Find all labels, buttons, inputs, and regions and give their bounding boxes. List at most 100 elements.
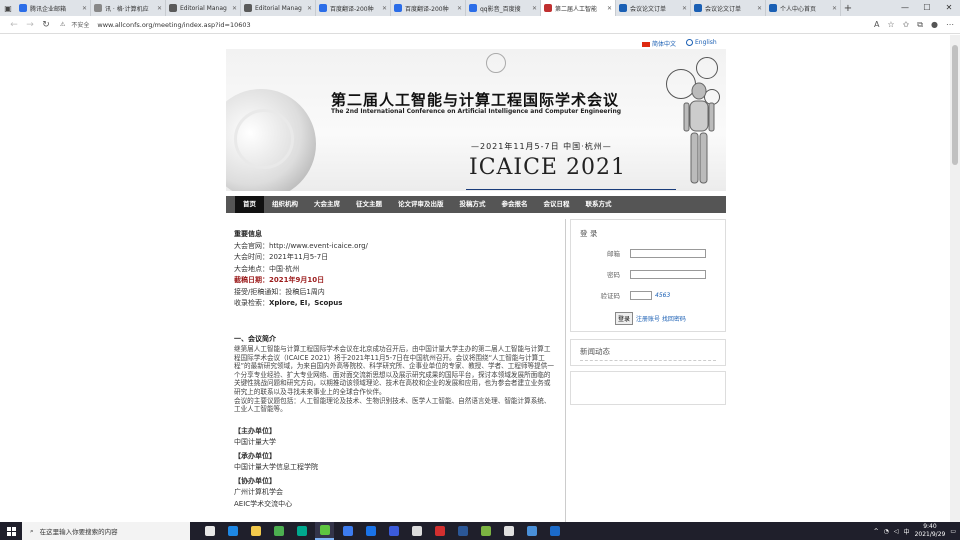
- taskbar-app-icon[interactable]: [384, 522, 403, 540]
- tab-close-icon[interactable]: ✕: [532, 5, 537, 12]
- taskbar-app-icon[interactable]: [269, 522, 288, 540]
- tab-close-icon[interactable]: ✕: [682, 5, 687, 12]
- info-website[interactable]: 大会官网：http://www.event-icaice.org/: [234, 241, 557, 253]
- banner-date: —2021年11月5-7日 中国·杭州—: [471, 142, 612, 151]
- collections-icon[interactable]: ⧉: [917, 20, 923, 30]
- intro-paragraph-2: 会议的主要议题包括：人工智能理论及技术、生物识别技术、医学人工智能、自然语言处理…: [234, 396, 551, 414]
- new-tab-button[interactable]: +: [841, 3, 855, 14]
- tab-close-icon[interactable]: ✕: [607, 5, 612, 12]
- scrollbar-thumb[interactable]: [952, 45, 958, 165]
- taskbar-app-icon[interactable]: [223, 522, 242, 540]
- login-button[interactable]: 登录: [615, 312, 634, 325]
- tab-close-icon[interactable]: ✕: [232, 5, 237, 12]
- nav-item[interactable]: 大会主席: [306, 196, 348, 213]
- more-menu-icon[interactable]: ⋯: [946, 20, 954, 30]
- login-title: 登 录: [580, 229, 598, 238]
- tab-close-icon[interactable]: ✕: [832, 5, 837, 12]
- security-label[interactable]: 不安全: [71, 20, 89, 29]
- minimize-icon[interactable]: —: [894, 0, 916, 16]
- tab-favicon-icon: [319, 4, 327, 12]
- ime-indicator[interactable]: 中: [904, 527, 910, 536]
- tab-actions-icon[interactable]: ▣: [0, 0, 16, 16]
- taskbar-app-icon[interactable]: [246, 522, 265, 540]
- tab-close-icon[interactable]: ✕: [82, 5, 87, 12]
- nav-item[interactable]: 征文主题: [348, 196, 390, 213]
- register-forgot-links[interactable]: 注册账号 找回密码: [636, 314, 686, 323]
- taskbar-app-icon[interactable]: [430, 522, 449, 540]
- taskbar-search[interactable]: ⌕ 在这里输入你要搜索的内容: [22, 522, 190, 540]
- taskbar-app-icon[interactable]: [292, 522, 311, 540]
- nav-item[interactable]: 会议日程: [536, 196, 578, 213]
- lang-en-link[interactable]: English: [686, 39, 717, 48]
- login-actions: 登录 注册账号 找回密码: [615, 312, 686, 325]
- taskbar-app-icon[interactable]: [453, 522, 472, 540]
- organizer-title: 【承办单位】: [234, 451, 276, 460]
- notification-icon[interactable]: ▭: [950, 528, 956, 535]
- taskbar-app-icon[interactable]: [338, 522, 357, 540]
- taskbar-app-icon[interactable]: [522, 522, 541, 540]
- reload-icon[interactable]: ↻: [38, 20, 54, 30]
- tab-close-icon[interactable]: ✕: [382, 5, 387, 12]
- tab-close-icon[interactable]: ✕: [757, 5, 762, 12]
- tab-label: 讯 · 格·计算机应: [105, 5, 149, 13]
- forward-icon[interactable]: →: [22, 20, 38, 30]
- volume-icon[interactable]: ◁: [894, 528, 899, 535]
- nav-item[interactable]: 组织机构: [264, 196, 306, 213]
- captcha-field[interactable]: [630, 290, 652, 300]
- url-field[interactable]: www.allconfs.org/meeting/index.asp?id=10…: [97, 21, 874, 29]
- network-icon[interactable]: ◔: [884, 528, 889, 535]
- nav-item[interactable]: 论文评审及出版: [390, 196, 452, 213]
- maximize-icon[interactable]: ☐: [916, 0, 938, 16]
- nav-item[interactable]: 投稿方式: [452, 196, 494, 213]
- profile-avatar-icon[interactable]: ●: [931, 20, 938, 30]
- tab-close-icon[interactable]: ✕: [307, 5, 312, 12]
- browser-tab[interactable]: Editorial Manag ✕: [241, 0, 316, 16]
- banner-disc-ring: [234, 109, 294, 169]
- read-aloud-icon[interactable]: A: [874, 20, 879, 30]
- browser-tab[interactable]: qq影音_百度搜 ✕: [466, 0, 541, 16]
- nav-item[interactable]: 联系方式: [578, 196, 620, 213]
- password-label: 密码: [607, 271, 620, 279]
- tab-label: 第二届人工智能: [555, 5, 598, 13]
- start-button[interactable]: [0, 522, 22, 540]
- tab-close-icon[interactable]: ✕: [457, 5, 462, 12]
- tab-favicon-icon: [169, 4, 177, 12]
- tray-chevron-icon[interactable]: ^: [874, 528, 879, 535]
- browser-tab[interactable]: 第二届人工智能 ✕: [541, 0, 616, 16]
- browser-tab[interactable]: Editorial Manag ✕: [166, 0, 241, 16]
- tab-favicon-icon: [394, 4, 402, 12]
- globe-icon: [686, 39, 694, 46]
- browser-tab[interactable]: 腾讯企业邮箱 ✕: [16, 0, 91, 16]
- favorites-icon[interactable]: ✩: [903, 20, 910, 30]
- taskbar-app-icon[interactable]: [545, 522, 564, 540]
- password-field[interactable]: [630, 269, 706, 279]
- nav-item[interactable]: 参会报名: [494, 196, 536, 213]
- tab-close-icon[interactable]: ✕: [157, 5, 162, 12]
- browser-tab[interactable]: 百度翻译-200种 ✕: [391, 0, 466, 16]
- browser-tab[interactable]: 百度翻译-200种 ✕: [316, 0, 391, 16]
- browser-tab[interactable]: 会议论文订单 ✕: [616, 0, 691, 16]
- news-panel: 新闻动态: [570, 339, 726, 366]
- browser-tab[interactable]: 会议论文订单 ✕: [691, 0, 766, 16]
- page-scrollbar[interactable]: [950, 35, 960, 522]
- tab-label: 会议论文订单: [630, 5, 667, 13]
- taskbar-app-icon[interactable]: [499, 522, 518, 540]
- captcha-image[interactable]: 4563: [655, 292, 670, 299]
- warning-icon[interactable]: ⚠: [60, 21, 65, 28]
- taskbar-app-icon[interactable]: [361, 522, 380, 540]
- favorite-star-icon[interactable]: ☆: [887, 20, 894, 30]
- system-tray: ^ ◔ ◁ 中 9:40 2021/9/29 ▭: [874, 522, 956, 540]
- taskbar-app-icon[interactable]: [407, 522, 426, 540]
- taskbar-app-icon[interactable]: [200, 522, 219, 540]
- back-icon[interactable]: ←: [6, 20, 22, 30]
- close-window-icon[interactable]: ✕: [938, 0, 960, 16]
- taskbar-app-icon[interactable]: [476, 522, 495, 540]
- browser-tab[interactable]: 个人中心首页 ✕: [766, 0, 841, 16]
- nav-item[interactable]: 首页: [235, 196, 264, 213]
- email-field[interactable]: [630, 248, 706, 258]
- taskbar: ⌕ 在这里输入你要搜索的内容 ^ ◔ ◁ 中 9:40 2021/9/29 ▭: [0, 522, 960, 540]
- lang-cn-link[interactable]: 简体中文: [642, 39, 676, 48]
- clock[interactable]: 9:40 2021/9/29: [915, 523, 946, 539]
- browser-tab[interactable]: 讯 · 格·计算机应 ✕: [91, 0, 166, 16]
- taskbar-app-icon[interactable]: [315, 522, 334, 540]
